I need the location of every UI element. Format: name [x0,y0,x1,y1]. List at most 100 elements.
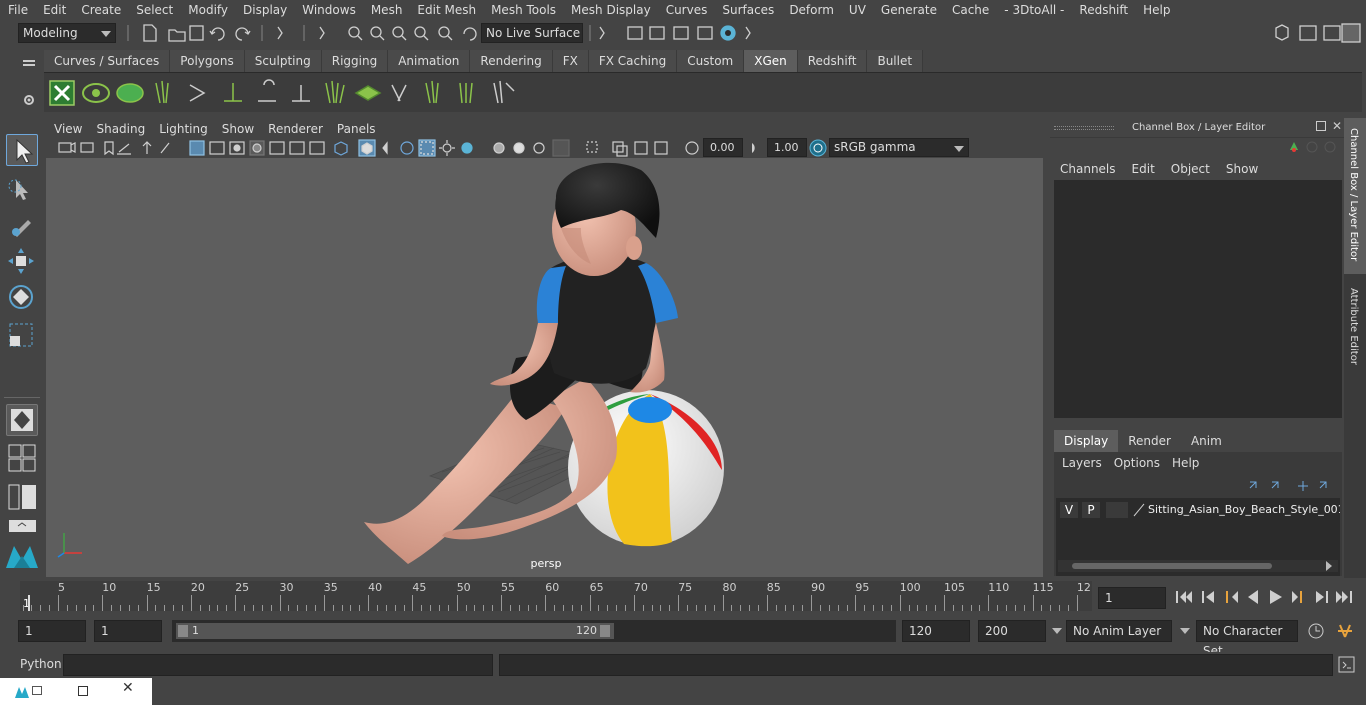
channels-menu[interactable]: Channels [1050,158,1124,180]
menu-redshift[interactable]: Redshift [1071,3,1135,17]
shelf-tab-rendering[interactable]: Rendering [470,50,553,72]
close-icon[interactable]: ✕ [1332,119,1342,133]
select-tool[interactable] [6,134,38,166]
menu-uv[interactable]: UV [841,3,873,17]
playback-controls[interactable] [1172,586,1362,608]
vp-menu-lighting[interactable]: Lighting [152,120,215,138]
tab-display[interactable]: Display [1054,430,1119,452]
scroll-right-icon[interactable] [1326,561,1332,571]
exposure-field[interactable]: 0.00 [703,138,743,157]
paint-select-tool[interactable] [6,210,38,242]
options-menu[interactable]: Options [1108,452,1166,474]
range-slider-handle[interactable]: 1 120 [176,623,614,639]
outliner-layout-icon[interactable] [8,482,38,512]
playback-start-field[interactable]: 1 [94,620,162,642]
move-tool[interactable] [6,246,38,278]
layer-row[interactable]: V P Sitting_Asian_Boy_Beach_Style_001_la [1060,502,1340,520]
panel-layout-icon[interactable] [8,518,38,534]
shelf-tab-custom[interactable]: Custom [677,50,745,72]
range-right-grip[interactable] [600,625,610,637]
range-extra-icons[interactable] [1306,621,1362,641]
menu-select[interactable]: Select [128,3,180,17]
menu-display[interactable]: Display [235,3,294,17]
drag-handle[interactable] [1054,126,1114,130]
current-frame-indicator[interactable] [28,595,30,611]
single-view-button[interactable] [6,404,38,436]
shelf-tab-fx-caching[interactable]: FX Caching [588,50,678,72]
script-language-label[interactable]: Python [20,657,62,671]
maximize-icon[interactable] [78,686,88,696]
edit-menu[interactable]: Edit [1124,158,1163,180]
playback-end-field[interactable]: 120 [902,620,970,642]
command-input[interactable] [63,654,493,676]
gamma-field[interactable]: 1.00 [767,138,807,157]
chevron-down-icon[interactable] [1052,628,1062,634]
shelf-tab-sculpting[interactable]: Sculpting [244,50,322,72]
layer-scrollbar[interactable] [1058,560,1338,572]
chevron-down-icon[interactable] [1180,628,1190,634]
vp-menu-shading[interactable]: Shading [89,120,152,138]
rotate-tool[interactable] [6,282,38,314]
shelf-tab-rigging[interactable]: Rigging [321,50,389,72]
xgen-shelf-icons[interactable] [44,73,524,113]
colorspace-dropdown[interactable]: sRGB gamma [829,138,969,157]
menu-generate[interactable]: Generate [873,3,944,17]
layers-menu[interactable]: Layers [1054,452,1108,474]
show-menu[interactable]: Show [1218,158,1266,180]
scrollbar-thumb[interactable] [1072,563,1272,569]
end-time-field[interactable]: 200 [978,620,1046,642]
menu-edit-mesh[interactable]: Edit Mesh [409,3,483,17]
menu-mesh-display[interactable]: Mesh Display [563,3,658,17]
vp-menu-renderer[interactable]: Renderer [261,120,330,138]
layer-action-icons[interactable] [1242,476,1342,494]
mode-selector[interactable]: Modeling [18,23,116,43]
restore-icon[interactable] [32,686,42,695]
anim-layer-dropdown[interactable]: No Anim Layer [1066,620,1172,642]
current-frame-field[interactable]: 1 [1098,587,1166,609]
character-set-dropdown[interactable]: No Character Set [1196,620,1298,658]
menu-modify[interactable]: Modify [180,3,235,17]
four-view-icon[interactable] [8,444,38,474]
lasso-tool[interactable] [6,172,38,204]
channel-list[interactable] [1054,180,1342,418]
tab-attribute-editor[interactable]: Attribute Editor [1344,278,1366,378]
layer-color-swatch[interactable] [1106,502,1128,518]
time-slider[interactable]: 1 5 10 15 20 25 30 35 40 45 50 55 60 65 70 75 80 85 90 95 1… [16,581,1092,611]
float-icon[interactable] [1316,121,1326,131]
tab-render[interactable]: Render [1118,430,1181,452]
menu-help[interactable]: Help [1135,3,1177,17]
tab-channel-box[interactable]: Channel Box / Layer Editor [1344,118,1366,274]
vp-menu-show[interactable]: Show [215,120,261,138]
menu-3dtoall[interactable]: - 3DtoAll - [996,3,1071,17]
perspective-viewport[interactable]: persp [46,158,1043,577]
start-time-field[interactable]: 1 [18,620,86,642]
layer-name[interactable]: Sitting_Asian_Boy_Beach_Style_001_la [1148,502,1340,518]
shelf-tab-fx[interactable]: FX [552,50,589,72]
shelf-tab-animation[interactable]: Animation [388,50,471,72]
color-management-icon[interactable] [809,139,827,157]
menu-cache[interactable]: Cache [944,3,996,17]
shelf-tab-xgen[interactable]: XGen [744,50,798,72]
channel-box-icons[interactable] [1282,138,1344,156]
menu-surfaces[interactable]: Surfaces [714,3,781,17]
gear-icon[interactable] [21,92,37,108]
viewport-toolbar-icons[interactable] [47,138,707,158]
menu-mesh[interactable]: Mesh [363,3,410,17]
menu-deform[interactable]: Deform [781,3,841,17]
shelf-tab-bullet[interactable]: Bullet [867,50,924,72]
object-menu[interactable]: Object [1163,158,1218,180]
menu-curves[interactable]: Curves [658,3,715,17]
menu-icon[interactable] [23,60,35,62]
vp-menu-panels[interactable]: Panels [330,120,383,138]
visibility-toggle[interactable]: V [1060,502,1078,518]
playback-toggle[interactable]: P [1082,502,1100,518]
menu-mesh-tools[interactable]: Mesh Tools [483,3,563,17]
range-left-grip[interactable] [178,625,188,637]
tab-anim[interactable]: Anim [1181,430,1232,452]
script-editor-icon[interactable] [1338,656,1356,674]
menu-windows[interactable]: Windows [294,3,363,17]
scale-tool[interactable] [6,320,38,352]
shelf-tab-redshift[interactable]: Redshift [797,50,868,72]
help-menu[interactable]: Help [1166,452,1205,474]
menu-edit[interactable]: Edit [35,3,73,17]
